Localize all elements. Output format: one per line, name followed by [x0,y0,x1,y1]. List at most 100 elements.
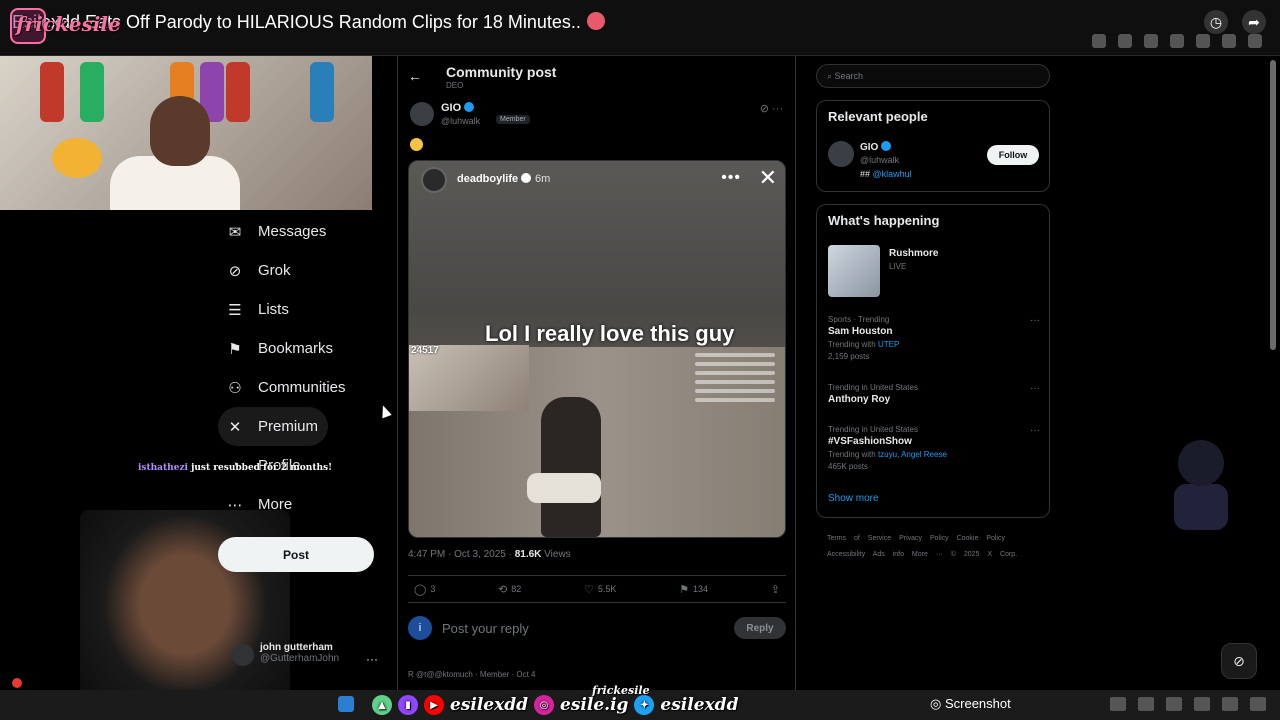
youtube-icon: ▶ [424,695,444,715]
nav-item-premium[interactable]: ✕ Premium [218,407,328,446]
like-action[interactable]: ♡ 5.5K [584,583,616,596]
toggle-icon[interactable] [1138,697,1154,711]
timestamp-text: 4:47 PM · Oct 3, 2025 · [408,549,515,560]
video-counter: 24517 [411,345,439,356]
share-action[interactable]: ⇪ [771,583,780,596]
grok-icon[interactable]: ⊘ [760,103,769,115]
post-options[interactable]: ⊘ ··· [760,102,783,115]
hd-icon[interactable] [1222,697,1238,711]
post-timestamp: 4:47 PM · Oct 3, 2025 · 81.6K Views [408,549,571,560]
nav-item-bookmarks[interactable]: ⚑ Bookmarks [218,329,378,368]
more-icon[interactable]: ··· [772,103,783,115]
author-handle[interactable]: @luhwalk [441,116,480,126]
avatar[interactable] [410,102,434,126]
wall-art [226,62,250,122]
share-icon[interactable]: ➦ [1242,10,1266,34]
page-scrollbar[interactable] [1270,60,1276,350]
more-icon[interactable]: ··· [1030,425,1040,436]
card-title: What's happening [828,213,940,228]
nav-item-grok[interactable]: ⊘ Grok [218,251,378,290]
start-icon[interactable] [338,696,354,712]
nav-item-lists[interactable]: ☰ Lists [218,290,378,329]
person-handle[interactable]: @luhwalk [860,155,899,165]
shield-icon[interactable] [1110,697,1126,711]
extension-icon[interactable] [1144,34,1158,48]
more-icon[interactable]: ··· [1030,383,1040,394]
nav-label: Messages [258,223,327,240]
avatar[interactable] [828,141,854,167]
star-icon[interactable] [1118,34,1132,48]
bio-link[interactable]: @klawhul [873,169,912,179]
trend-count: 465K posts [828,462,869,471]
trend-item[interactable]: Trending in United States #VSFashionShow… [828,425,1040,471]
video-towel [527,473,601,503]
nav-item-messages[interactable]: ✉ Messages [218,212,378,251]
resub-alert: isthathezi just resubbed for 2 months! [138,463,332,473]
story-avatar [421,167,447,193]
recording-dot-icon [12,678,22,688]
trend-item[interactable]: Trending in United States Anthony Roy ··… [828,383,1040,405]
search-input[interactable]: ⌕ Search [816,64,1050,88]
bookmark-icon: ⚑ [679,583,689,596]
speed-icon[interactable] [1194,697,1210,711]
nav-item-more[interactable]: ⋯ More [218,485,378,524]
repost-action[interactable]: ⟲ 82 [498,583,521,596]
browser-extension-bar [1092,34,1262,48]
extensions-puzzle-icon[interactable] [1170,34,1184,48]
author-name-text: GIO [441,102,462,114]
footer-links[interactable]: Terms of Service Privacy Policy Cookie P… [827,531,1047,563]
trend-item[interactable]: Sports · Trending Sam Houston Trending w… [828,315,1040,361]
watch-later-icon[interactable]: ◷ [1204,10,1228,34]
post-video[interactable]: 24517 deadboylife 6m ••• ✕ Lol I really … [408,160,786,538]
person-name[interactable]: GIO [860,141,892,153]
sun-plush-toy [52,138,102,178]
trend-with-label: Trending with [828,340,878,349]
grok-icon[interactable]: ⊘ [1221,643,1257,679]
trend-with-link[interactable]: UTEP [878,340,899,349]
streamer-name-overlay: frickesile [16,12,121,36]
bookmark-icon: ⚑ [228,340,242,358]
post-button[interactable]: Post [218,537,374,572]
account-switcher[interactable]: john gutterham @GutterhamJohn ··· [232,642,382,666]
trend-with-link[interactable]: tzuyu, Angel Reese [878,450,947,459]
view-count: 81.6K [514,549,542,560]
show-more-link[interactable]: Show more [828,493,879,504]
bookmark-action[interactable]: ⚑ 134 [679,583,708,596]
reply-button[interactable]: Reply [734,617,786,639]
twitch-icon: ▮ [398,695,418,715]
more-icon[interactable]: ··· [366,652,378,666]
post-detail-column: ← Community post DEO GIO @luhwalk Member… [397,56,796,720]
video-chat-overlay [695,353,775,423]
live-event-name[interactable]: Rushmore [889,248,938,259]
story-username-text: deadboylife [457,173,519,185]
trend-with: Trending with UTEP [828,340,1040,349]
reply-input[interactable]: Post your reply [442,621,529,636]
trend-category: Sports · Trending [828,315,890,324]
next-reply-preview[interactable]: R @t@@ktomuch · Member · Oct 4 [408,670,786,679]
follow-button[interactable]: Follow [987,145,1039,165]
avatar: i [408,616,432,640]
taskbar-screenshot-app[interactable]: ◎ Screenshot [930,696,1011,712]
more-icon: ⋯ [227,496,243,514]
nav-item-communities[interactable]: ⚇ Communities [218,368,378,407]
video-person [541,397,601,537]
author-name[interactable]: GIO [441,102,475,114]
download-icon[interactable] [1222,34,1236,48]
trend-name: Sam Houston [828,326,893,337]
live-thumbnail[interactable] [828,245,880,297]
menu-icon[interactable] [1248,34,1262,48]
more-icon[interactable]: ··· [1030,315,1040,326]
cc-icon[interactable] [1166,697,1182,711]
nav-label: Lists [258,301,289,318]
community-name[interactable]: DEO [446,81,463,90]
instagram-handle: esile.ig [560,695,629,715]
reply-action[interactable]: ◯ 3 [414,583,435,596]
back-arrow-icon[interactable]: ← [408,68,422,84]
card-title: Relevant people [828,109,928,124]
member-badge: Member [496,115,530,124]
wall-art [310,62,334,122]
window-icon[interactable] [1250,697,1266,711]
sidebar-icon[interactable] [1196,34,1210,48]
cast-icon[interactable] [1092,34,1106,48]
mail-icon: ✉ [228,223,242,241]
